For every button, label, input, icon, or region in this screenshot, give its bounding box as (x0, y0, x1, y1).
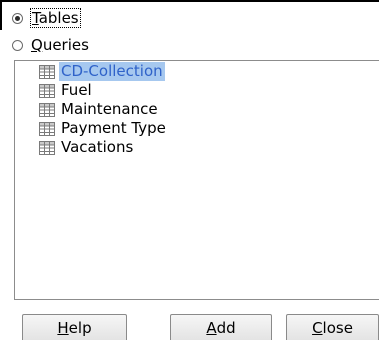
tables-label-text: ables (38, 9, 79, 27)
help-button[interactable]: Help (22, 314, 127, 340)
tables-radio-option[interactable]: Tables (12, 8, 81, 28)
list-item-label: Vacations (61, 138, 134, 156)
add-button[interactable]: Add (170, 314, 272, 340)
table-icon (39, 121, 55, 136)
list-item-fuel[interactable]: Fuel (39, 81, 94, 100)
window-edge-left (0, 0, 2, 30)
queries-radio-button[interactable] (12, 39, 23, 51)
tables-radio-button[interactable] (12, 12, 23, 24)
close-label: lose (322, 319, 353, 337)
table-icon (39, 83, 55, 98)
help-label: elp (68, 319, 92, 337)
list-item-vacations[interactable]: Vacations (39, 138, 135, 157)
list-item-label: CD-Collection (59, 62, 165, 81)
add-tables-dialog: Tables Queries CD-Collection Fuel Mainte… (0, 0, 379, 340)
list-item-label: Fuel (61, 81, 92, 99)
tables-radio-label[interactable]: Tables (30, 8, 81, 28)
add-mnemonic: A (206, 319, 217, 337)
list-item-label: Payment Type (61, 119, 166, 137)
queries-radio-option[interactable]: Queries (12, 35, 89, 55)
list-item-label: Maintenance (61, 100, 158, 118)
list-item-maintenance[interactable]: Maintenance (39, 100, 160, 119)
close-mnemonic: C (312, 319, 323, 337)
table-icon (39, 102, 55, 117)
queries-radio-label[interactable]: Queries (31, 36, 89, 54)
help-mnemonic: H (57, 319, 69, 337)
add-label: dd (216, 319, 236, 337)
table-icon (39, 64, 55, 79)
tables-label-mnemonic: T (32, 9, 39, 27)
window-edge-top (0, 0, 379, 2)
close-button[interactable]: Close (286, 314, 379, 340)
list-item-cd-collection[interactable]: CD-Collection (39, 62, 165, 81)
queries-label-text: ueries (42, 36, 89, 54)
queries-label-mnemonic: Q (31, 36, 43, 54)
tables-list[interactable]: CD-Collection Fuel Maintenance Payment T… (14, 60, 379, 300)
table-icon (39, 140, 55, 155)
list-item-payment-type[interactable]: Payment Type (39, 119, 168, 138)
